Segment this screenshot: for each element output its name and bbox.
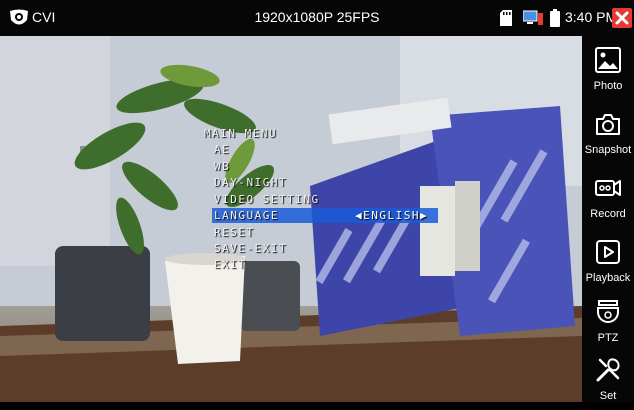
osd-language-value[interactable]: ◀ENGLISH▶ xyxy=(355,209,428,222)
camera-live-view[interactable]: MAIN MENU AE WB DAY-NIGHT VIDEO SETTING … xyxy=(0,36,582,402)
osd-main-menu: MAIN MENU AE WB DAY-NIGHT VIDEO SETTING … xyxy=(0,36,582,402)
snapshot-button[interactable]: Snapshot xyxy=(582,104,634,164)
camera-icon xyxy=(596,114,620,135)
close-icon xyxy=(615,11,629,25)
osd-item-ae[interactable]: AE xyxy=(214,143,230,156)
play-icon xyxy=(596,240,620,264)
record-button[interactable]: Record xyxy=(582,168,634,228)
photo-label: Photo xyxy=(593,80,623,92)
osd-menu-title: MAIN MENU xyxy=(204,127,278,140)
battery-icon xyxy=(550,9,560,27)
sd-card-icon xyxy=(500,10,512,26)
osd-item-language[interactable]: LANGUAGE xyxy=(214,209,279,222)
osd-item-wb[interactable]: WB xyxy=(214,160,230,173)
status-bar: CVI 1920x1080P 25FPS 3:40 PM xyxy=(0,0,634,36)
record-label: Record xyxy=(590,208,626,220)
set-button[interactable]: Set xyxy=(582,350,634,410)
osd-item-exit[interactable]: EXIT xyxy=(214,258,247,271)
right-toolbar: Photo Snapshot Record Playback PTZ Set xyxy=(582,36,634,402)
ptz-label: PTZ xyxy=(597,332,619,344)
tools-icon xyxy=(596,358,620,382)
osd-item-day-night[interactable]: DAY-NIGHT xyxy=(214,176,287,189)
image-icon xyxy=(595,47,621,73)
video-icon xyxy=(595,180,621,196)
set-label: Set xyxy=(599,390,617,402)
clock-time: 3:40 PM xyxy=(565,9,618,25)
photo-button[interactable]: Photo xyxy=(582,40,634,100)
snapshot-label: Snapshot xyxy=(584,144,632,156)
dome-camera-icon xyxy=(597,300,619,323)
osd-item-video-setting[interactable]: VIDEO SETTING xyxy=(214,193,320,206)
computer-icon xyxy=(523,10,543,25)
osd-item-reset[interactable]: RESET xyxy=(214,226,255,239)
close-button[interactable] xyxy=(612,8,632,28)
playback-button[interactable]: Playback xyxy=(582,232,634,292)
ptz-button[interactable]: PTZ xyxy=(582,292,634,352)
playback-label: Playback xyxy=(585,272,631,284)
osd-item-save-exit[interactable]: SAVE-EXIT xyxy=(214,242,287,255)
